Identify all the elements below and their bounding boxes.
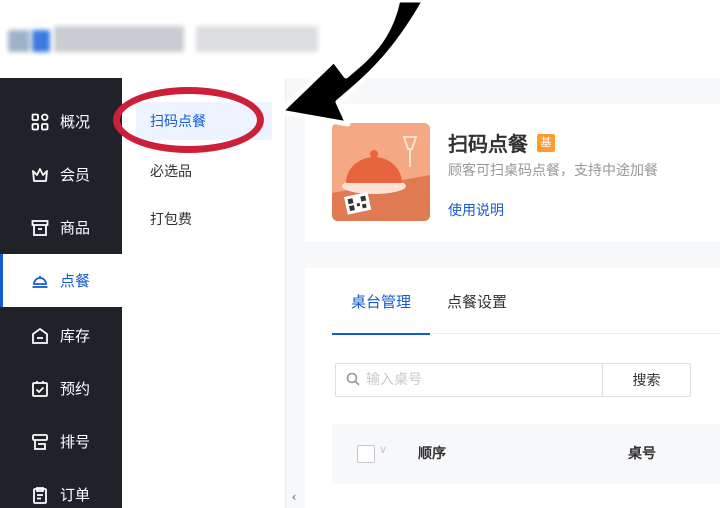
sidebar-item-queue[interactable]: 排号 [0,415,122,468]
crown-icon [30,165,50,185]
column-header-table-number: 桌号 [628,446,656,462]
store-icon [30,218,50,238]
search-field[interactable] [335,363,603,397]
sidebar-item-members[interactable]: 会员 [0,148,122,201]
chevron-down-icon[interactable]: ∨ [379,443,387,456]
sidebar-item-label: 订单 [60,486,91,504]
blurred-logo-accent [32,30,50,52]
sidebar-item-reservation[interactable]: 预约 [0,362,122,415]
submenu-item-required-items[interactable]: 必选品 [136,152,272,190]
sidebar-item-label: 排号 [60,433,91,451]
sidebar-item-ordering[interactable]: 点餐 [0,254,122,307]
select-all-checkbox[interactable] [357,445,375,463]
queue-icon [30,432,50,452]
sidebar-item-orders[interactable]: 订单 [0,468,122,508]
sidebar-item-label: 点餐 [60,272,91,290]
search-icon [346,371,360,390]
sidebar-item-overview[interactable]: 概况 [0,95,122,148]
app-description: 顾客可扫桌码点餐，支持中途加餐 [448,163,658,179]
tab-ordering-settings[interactable]: 点餐设置 [442,268,512,334]
sidebar-item-label: 商品 [60,219,91,237]
column-header-order: 顺序 [418,446,446,462]
table-number-search-input[interactable] [366,372,586,388]
annotation-arrow-icon [277,0,428,127]
tab-table-management[interactable]: 桌台管理 [332,268,430,335]
sidebar-item-inventory[interactable]: 库存 [0,309,122,362]
table-header-row: ∨ 顺序 桌号 [332,424,720,484]
basic-plan-badge: 基 [537,133,555,152]
sidebar-item-label: 会员 [60,166,91,184]
sidebar-item-label: 预约 [60,380,91,398]
tab-bar: 桌台管理 点餐设置 [332,268,720,335]
app-title: 扫码点餐 基 [448,128,555,157]
submenu-item-packing-fee[interactable]: 打包费 [136,200,272,238]
calendar-check-icon [30,379,50,399]
blurred-store-name [54,26,184,52]
search-button[interactable]: 搜索 [602,363,691,397]
sidebar-item-label: 库存 [60,327,91,345]
dish-cover-icon [30,271,50,291]
collapse-submenu-icon[interactable]: ‹ [286,486,302,508]
blurred-logo [8,30,30,52]
page: 概况 会员 商品 点餐 库存 预约 排号 订单 扫码点餐 必选品 打包费 ‹ 扫… [0,0,720,508]
app-title-text: 扫码点餐 [448,132,528,156]
grid-icon [30,112,50,132]
scan-order-illustration [332,123,430,221]
sidebar-item-label: 概况 [60,113,91,131]
main-sidebar: 概况 会员 商品 点餐 库存 预约 排号 订单 [0,78,122,508]
warehouse-icon [30,326,50,346]
table-management-card: 桌台管理 点餐设置 搜索 ∨ 顺序 桌号 [305,268,720,508]
sidebar-item-products[interactable]: 商品 [0,201,122,254]
usage-guide-link[interactable]: 使用说明 [448,200,504,220]
order-icon [30,485,50,505]
